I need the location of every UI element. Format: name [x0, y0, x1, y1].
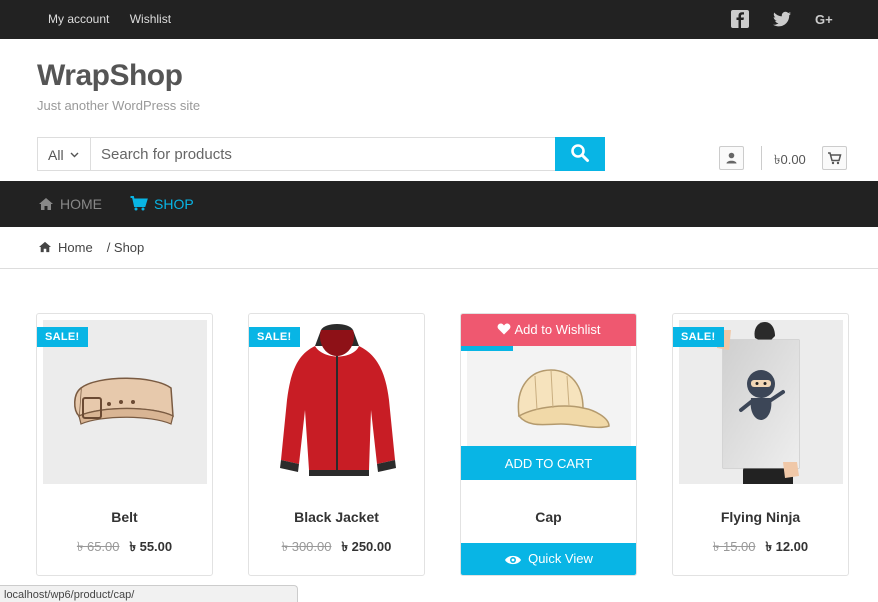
product-card-black-jacket[interactable]: SALE! Black Jacket ৳ 300.00 ৳ 250.00	[248, 313, 425, 576]
product-name[interactable]: Flying Ninja	[673, 509, 848, 525]
product-name[interactable]: Belt	[37, 509, 212, 525]
site-tagline: Just another WordPress site	[37, 98, 201, 113]
quick-view-label: Quick View	[528, 551, 593, 566]
old-price: ৳ 300.00	[281, 539, 332, 554]
product-price: ৳ 65.00 ৳ 55.00	[37, 538, 212, 559]
svg-text:G+: G+	[815, 12, 833, 27]
old-price: ৳ 65.00	[76, 539, 120, 554]
wishlist-link[interactable]: Wishlist	[130, 12, 171, 26]
product-name[interactable]: Cap	[461, 509, 636, 525]
product-card-cap[interactable]: Add to Wishlist ADD TO CART Cap Quick Vi…	[460, 313, 637, 576]
product-name[interactable]: Black Jacket	[249, 509, 424, 525]
nav-shop[interactable]: SHOP	[130, 196, 194, 212]
google-plus-icon[interactable]: G+	[815, 9, 837, 29]
sale-price: ৳ 12.00	[765, 539, 809, 554]
top-links: My account Wishlist	[48, 12, 188, 26]
quick-view-button[interactable]: Quick View	[461, 543, 636, 575]
search-button[interactable]	[555, 137, 605, 171]
product-price: ৳ 15.00 ৳ 12.00	[673, 538, 848, 559]
sale-price: ৳ 55.00	[129, 539, 173, 554]
sale-badge: SALE!	[37, 327, 88, 347]
breadcrumb: Home / Shop	[38, 240, 144, 255]
sale-badge: SALE!	[673, 327, 724, 347]
home-icon	[39, 198, 53, 210]
heart-icon	[497, 323, 510, 335]
home-icon	[39, 241, 51, 253]
cap-image	[517, 369, 610, 429]
breadcrumb-current: / Shop	[106, 240, 145, 255]
search-input[interactable]	[91, 138, 556, 170]
facebook-icon[interactable]	[730, 9, 750, 29]
cart-icon	[828, 152, 842, 165]
sale-badge-edge	[461, 346, 513, 351]
eye-icon	[505, 555, 522, 565]
product-price: ৳ 300.00 ৳ 250.00	[249, 538, 424, 559]
breadcrumb-home[interactable]: Home	[58, 240, 93, 255]
chevron-down-icon	[70, 152, 79, 158]
sale-badge: SALE!	[249, 327, 300, 347]
search-icon	[571, 143, 589, 162]
cart-icon	[130, 196, 148, 211]
twitter-icon[interactable]	[772, 9, 792, 29]
nav-shop-label: SHOP	[154, 196, 194, 212]
site-title[interactable]: WrapShop	[37, 59, 183, 93]
user-icon	[726, 152, 737, 164]
nav-home[interactable]: HOME	[38, 196, 102, 212]
top-bar: My account Wishlist G+	[0, 0, 878, 39]
cart-total[interactable]: ৳0.00	[774, 151, 806, 172]
main-nav: HOME SHOP	[0, 181, 878, 227]
product-image-cap[interactable]	[467, 346, 631, 446]
add-to-wishlist-button[interactable]: Add to Wishlist	[461, 314, 636, 346]
old-price: ৳ 15.00	[712, 539, 756, 554]
nav-home-label: HOME	[60, 196, 102, 212]
account-button[interactable]	[719, 146, 744, 170]
browser-status-url: localhost/wp6/product/cap/	[0, 585, 298, 602]
category-select[interactable]: All	[38, 138, 91, 170]
sale-price: ৳ 250.00	[341, 539, 392, 554]
search-bar: All	[37, 137, 605, 171]
category-label: All	[48, 147, 64, 163]
product-card-flying-ninja[interactable]: SALE! Flying Ninja ৳ 15.00 ৳ 12.00	[672, 313, 849, 576]
wishlist-label: Add to Wishlist	[514, 322, 601, 337]
product-card-belt[interactable]: SALE! Belt ৳ 65.00 ৳ 55.00	[36, 313, 213, 576]
my-account-link[interactable]: My account	[48, 12, 109, 26]
divider	[0, 268, 878, 269]
cart-button[interactable]	[822, 146, 847, 170]
header-divider	[761, 146, 762, 170]
add-to-cart-button[interactable]: ADD TO CART	[461, 446, 636, 480]
